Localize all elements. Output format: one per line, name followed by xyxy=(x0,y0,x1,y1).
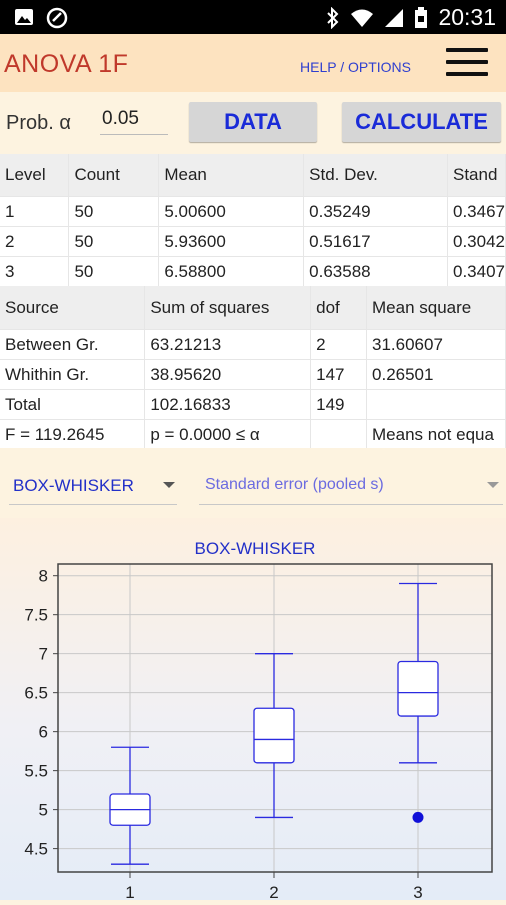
table-cell: 0.63588 xyxy=(303,256,448,287)
table-cell: Means not equa xyxy=(366,419,506,450)
dropdown-arrow-icon xyxy=(487,482,499,488)
y-tick-label: 5.5 xyxy=(24,762,48,781)
y-tick-label: 8 xyxy=(39,567,48,586)
table-cell: F = 119.2645 xyxy=(0,419,146,450)
table-header-row: Source Sum of squares dof Mean square xyxy=(0,286,506,330)
column-header: Std. Dev. xyxy=(303,154,448,197)
dropdown-arrow-icon xyxy=(163,482,175,488)
image-icon xyxy=(15,9,33,25)
table-cell: 50 xyxy=(68,226,160,257)
prob-alpha-label: Prob. α xyxy=(6,112,71,134)
controls-bar: Prob. α 0.05 DATA CALCULATE xyxy=(0,92,506,154)
bluetooth-icon xyxy=(327,6,339,29)
table-cell: 50 xyxy=(68,256,160,287)
table-cell: 0.26501 xyxy=(366,359,506,390)
table-cell: 147 xyxy=(310,359,368,390)
table-row: 2 50 5.93600 0.51617 0.3042 xyxy=(0,226,506,257)
signal-icon xyxy=(385,8,404,27)
y-tick-label: 6 xyxy=(39,723,48,742)
app-title: ANOVA 1F xyxy=(4,50,129,78)
outlier-point xyxy=(412,811,424,823)
table-cell: 50 xyxy=(68,196,160,227)
y-tick-label: 4.5 xyxy=(24,840,48,859)
chart-panel: BOX-WHISKER 4.5 5 5.5 6 6.5 7 7.5 8 1 2 3 xyxy=(0,518,506,902)
column-header: Mean xyxy=(158,154,305,197)
box-whisker-chart: BOX-WHISKER 4.5 5 5.5 6 6.5 7 7.5 8 1 2 3 xyxy=(24,539,493,902)
box xyxy=(397,660,439,717)
table-cell: 0.3407 xyxy=(447,256,506,287)
prob-alpha-input[interactable]: 0.05 xyxy=(100,108,168,135)
y-tick-label: 6.5 xyxy=(24,684,48,703)
table-row: Between Gr. 63.21213 2 31.60607 xyxy=(0,329,506,360)
table-cell: 2 xyxy=(310,329,368,360)
column-header: Level xyxy=(0,154,70,197)
column-header: Stand xyxy=(447,154,506,197)
column-header: Count xyxy=(68,154,160,197)
error-type-select[interactable]: Standard error (pooled s) xyxy=(199,466,503,505)
table-header-row: Level Count Mean Std. Dev. Stand xyxy=(0,154,506,197)
column-header: Source xyxy=(0,286,146,330)
table-cell: 5.93600 xyxy=(158,226,305,257)
data-saver-icon xyxy=(46,7,68,29)
table-cell: 31.60607 xyxy=(366,329,506,360)
table-cell: 102.16833 xyxy=(144,389,312,420)
x-tick-label: 2 xyxy=(269,883,278,900)
y-tick-label: 7.5 xyxy=(24,606,48,625)
table-row: F = 119.2645 p = 0.0000 ≤ α Means not eq… xyxy=(0,419,506,450)
wifi-icon xyxy=(351,9,374,27)
error-type-value: Standard error (pooled s) xyxy=(205,476,384,493)
table-cell: 0.51617 xyxy=(303,226,448,257)
table-cell: 5.00600 xyxy=(158,196,305,227)
chart-type-value: BOX-WHISKER xyxy=(13,476,134,495)
table-row: Whithin Gr. 38.95620 147 0.26501 xyxy=(0,359,506,390)
chart-type-select[interactable]: BOX-WHISKER xyxy=(9,466,177,505)
table-cell: 0.3042 xyxy=(447,226,506,257)
box xyxy=(253,707,295,764)
table-row: Total 102.16833 149 xyxy=(0,389,506,420)
table-cell: 0.3467 xyxy=(447,196,506,227)
table-cell: 38.95620 xyxy=(144,359,312,390)
hamburger-menu-icon[interactable] xyxy=(446,48,488,78)
table-row: 3 50 6.58800 0.63588 0.3407 xyxy=(0,256,506,287)
calculate-button[interactable]: CALCULATE xyxy=(342,102,501,142)
table-cell: 63.21213 xyxy=(144,329,312,360)
table-cell: 6.58800 xyxy=(158,256,305,287)
table-cell: Total xyxy=(0,389,146,420)
clock: 20:31 xyxy=(438,4,496,30)
x-tick-label: 1 xyxy=(125,883,134,900)
table-cell: p = 0.0000 ≤ α xyxy=(144,419,312,450)
data-button[interactable]: DATA xyxy=(189,102,317,142)
chart-title: BOX-WHISKER xyxy=(195,539,316,558)
table-row: 1 50 5.00600 0.35249 0.3467 xyxy=(0,196,506,227)
chart-options: BOX-WHISKER Standard error (pooled s) xyxy=(0,448,506,518)
help-options-link[interactable]: HELP / OPTIONS xyxy=(300,59,411,75)
column-header: dof xyxy=(310,286,368,330)
x-tick-label: 3 xyxy=(413,883,422,900)
table-cell: Whithin Gr. xyxy=(0,359,146,390)
table-cell: 3 xyxy=(0,256,70,287)
battery-icon xyxy=(415,6,428,28)
levels-table: Level Count Mean Std. Dev. Stand 1 50 5.… xyxy=(0,154,506,287)
status-bar: 20:31 xyxy=(0,0,506,34)
table-cell: 149 xyxy=(310,389,368,420)
table-cell: Between Gr. xyxy=(0,329,146,360)
y-tick-label: 7 xyxy=(39,645,48,664)
y-tick-label: 5 xyxy=(39,801,48,820)
table-cell xyxy=(310,419,368,450)
table-cell: 2 xyxy=(0,226,70,257)
column-header: Mean square xyxy=(366,286,506,330)
table-cell: 1 xyxy=(0,196,70,227)
anova-table: Source Sum of squares dof Mean square Be… xyxy=(0,286,506,450)
app-bar: ANOVA 1F HELP / OPTIONS xyxy=(0,34,506,92)
column-header: Sum of squares xyxy=(144,286,312,330)
table-cell: 0.35249 xyxy=(303,196,448,227)
table-cell xyxy=(366,389,506,420)
